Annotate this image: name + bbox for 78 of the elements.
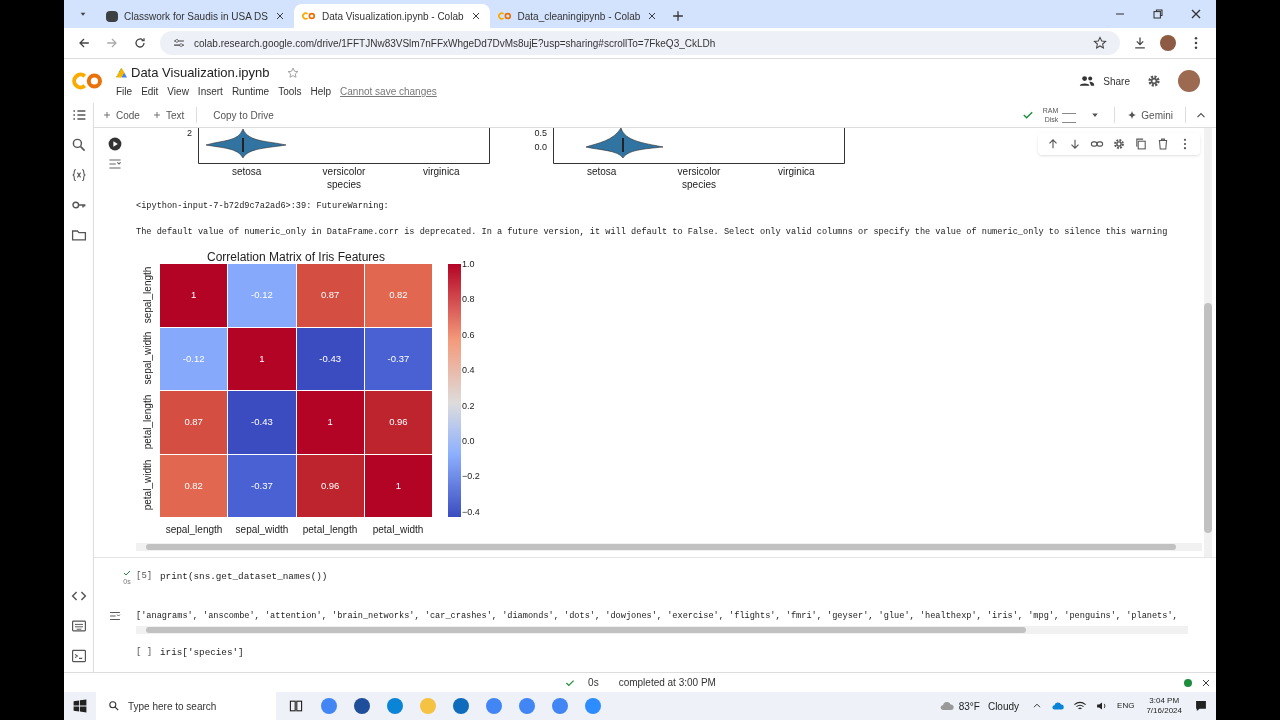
- heatmap-cell: -0.43: [228, 391, 296, 454]
- heatmap-cell: 0.96: [296, 454, 364, 517]
- axis-tick-label: setosa: [230, 166, 263, 178]
- menu-item[interactable]: View: [167, 84, 189, 100]
- execution-count: [ ]: [136, 646, 154, 660]
- axis-tick-label: petal_length: [141, 393, 154, 451]
- colorbar-tick-label: 0.8: [462, 294, 475, 305]
- colorbar-tick-label: −0.4: [462, 506, 480, 517]
- menu-item[interactable]: Runtime: [231, 84, 270, 100]
- colorbar-tick-label: 0.0: [462, 435, 475, 446]
- address-bar[interactable]: colab.research.google.com/drive/1FFTJNw83VSlm7nFFxWhgeDd7DvMs8ujE?usp=sharing#scrollTo=7FkeQ3_CkLDh: [160, 31, 1120, 55]
- axis-tick-label: petal_width: [141, 458, 154, 513]
- share-button[interactable]: Share: [1079, 73, 1130, 89]
- heatmap-cell: 1: [160, 264, 228, 327]
- heatmap-cell: 1: [364, 454, 432, 517]
- status-time: 0s: [588, 676, 599, 690]
- gemini-button[interactable]: Gemini: [1127, 107, 1173, 123]
- heatmap-cell: 0.87: [160, 391, 228, 454]
- output-text: ['anagrams', 'anscombe', 'attention', 'brain_networks', 'car_crashes', 'diamonds', 'dots', 'dowjones', 'exercise', 'flights', 'fmri', 'geyser', 'glue', 'healthexp', 'iris', 'mpg', 'penguins', 'planets',: [136, 609, 1178, 623]
- axis-label: species: [326, 179, 362, 191]
- axis-label: species: [681, 179, 717, 191]
- menu-item[interactable]: Edit: [141, 84, 159, 100]
- axis-tick-label: sepal_width: [141, 330, 154, 387]
- axis-tick-label: sepal_length: [164, 523, 224, 537]
- heatmap-cell: -0.37: [364, 327, 432, 390]
- toolbar-button[interactable]: Text: [151, 107, 185, 123]
- warning-text: The default value of numeric_only in DataFrame.corr is deprecated. In a future version, it will default to False. Select only valid columns or specify the value of numeric_only to silence this warning: [136, 226, 1168, 238]
- menu-item[interactable]: File: [116, 84, 133, 100]
- heatmap-cell: -0.37: [228, 454, 296, 517]
- heatmap-cell: -0.43: [296, 327, 364, 390]
- code-line: print(sns.get_dataset_names()): [160, 570, 328, 584]
- axis-tick-label: versicolor: [321, 166, 367, 178]
- axis-tick-label: sepal_width: [234, 523, 290, 537]
- axis-tick-label: sepal_length: [141, 265, 154, 326]
- heatmap-cell: 1: [296, 391, 364, 454]
- colorbar-tick-label: 1.0: [462, 259, 475, 269]
- heatmap-cell: -0.12: [160, 327, 228, 390]
- chart-title: Correlation Matrix of Iris Features: [205, 249, 387, 266]
- menu-item[interactable]: Insert: [197, 84, 223, 100]
- status-text: completed at 3:00 PM: [618, 676, 716, 690]
- axis-tick-label: setosa: [585, 166, 618, 178]
- heatmap-cell: 0.82: [364, 264, 432, 327]
- weather-text: Cloudy: [987, 699, 1020, 714]
- menu-item[interactable]: Tools: [278, 84, 302, 100]
- browser-tab[interactable]: Data Visualization.ipynb - Colab: [293, 4, 490, 28]
- heatmap-cell: 0.82: [160, 454, 228, 517]
- axis-tick-label: virginica: [422, 166, 461, 178]
- temperature: 83°F: [958, 699, 980, 714]
- execution-count: [5]: [136, 570, 154, 584]
- heatmap-cell: -0.12: [228, 264, 296, 327]
- colorbar-tick-label: −0.2: [462, 471, 480, 482]
- taskbar-search-field[interactable]: Type here to search: [96, 692, 276, 720]
- language-indicator[interactable]: ENG: [1117, 700, 1135, 712]
- copy-to-drive-button[interactable]: Copy to Drive: [213, 107, 274, 123]
- warning-text: <ipython-input-7-b72d9c7a2ad6>:39: FutureWarning:: [136, 200, 389, 212]
- save-notice-link[interactable]: Cannot save changes: [340, 84, 437, 100]
- axis-tick-label: petal_width: [371, 523, 425, 537]
- notebook-title[interactable]: Data Visualization.ipynb: [131, 62, 270, 83]
- colorbar-tick-label: 0.6: [462, 329, 475, 340]
- menu-item[interactable]: Help: [310, 84, 332, 100]
- browser-tab[interactable]: Data_cleaningipynb - Colab: [489, 4, 667, 28]
- axis-tick-label: petal_length: [301, 523, 359, 537]
- browser-tab[interactable]: Classwork for Saudis in USA DS: [98, 4, 294, 28]
- heatmap-cell: 0.96: [364, 391, 432, 454]
- heatmap-cell: 0.87: [296, 264, 364, 327]
- axis-tick-label: 2: [187, 128, 192, 139]
- clock-date[interactable]: 7/16/2024: [1146, 706, 1182, 716]
- axis-tick-label: 0.0: [534, 142, 547, 153]
- axis-tick-label: virginica: [777, 166, 816, 178]
- colorbar-tick-label: 0.2: [462, 400, 475, 411]
- axis-tick-label: versicolor: [676, 166, 722, 178]
- heatmap-cell: 1: [228, 327, 296, 390]
- clock-time[interactable]: 3:04 PM: [1149, 696, 1180, 706]
- colorbar-tick-label: 0.4: [462, 365, 475, 376]
- toolbar-button[interactable]: Code: [102, 107, 140, 123]
- code-line: iris['species']: [160, 646, 244, 660]
- axis-tick-label: 0.5: [534, 128, 547, 139]
- url-text: colab.research.google.com/drive/1FFTJNw83VSlm7nFFxWhgeDd7DvMs8ujE?usp=sharing#scrollTo=7FkeQ3_CkLDh: [194, 36, 717, 51]
